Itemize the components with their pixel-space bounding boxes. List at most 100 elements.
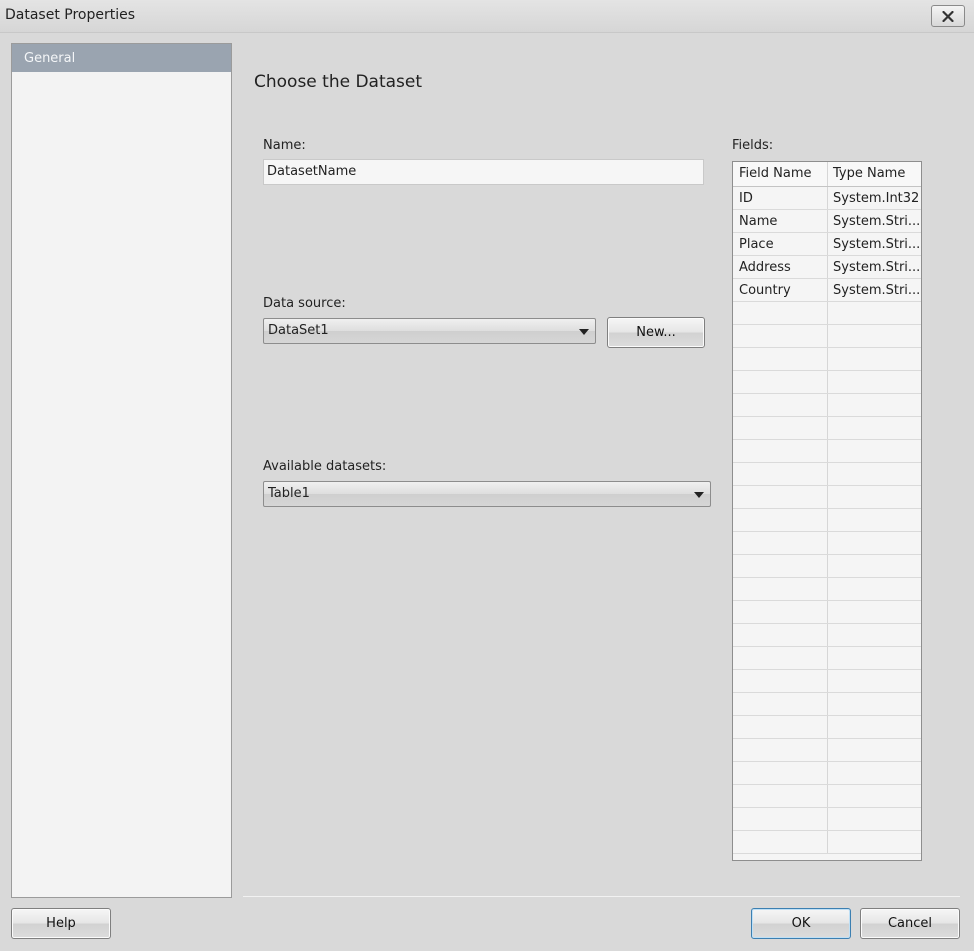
table-row[interactable]: ID System.Int32 (733, 187, 921, 210)
fields-grid[interactable]: Field Name Type Name ID System.Int32 Nam… (732, 161, 922, 861)
column-header-field-name[interactable]: Field Name (733, 162, 827, 186)
empty-cell (733, 831, 827, 853)
field-name-cell[interactable]: Country (733, 279, 827, 301)
empty-cell (827, 601, 921, 623)
empty-cell (733, 325, 827, 347)
data-source-label: Data source: (263, 296, 346, 311)
title-bar: Dataset Properties (0, 0, 974, 33)
empty-cell (827, 509, 921, 531)
field-name-cell[interactable]: ID (733, 187, 827, 209)
empty-cell (733, 509, 827, 531)
empty-cell (827, 670, 921, 692)
fields-label: Fields: (732, 138, 774, 153)
available-datasets-label: Available datasets: (263, 459, 387, 474)
close-icon (942, 10, 954, 22)
empty-cell (733, 555, 827, 577)
empty-table-row (733, 302, 921, 325)
empty-cell (827, 371, 921, 393)
table-row[interactable]: Country System.Stri... (733, 279, 921, 302)
empty-table-row (733, 532, 921, 555)
data-source-dropdown[interactable]: DataSet1 (263, 318, 596, 344)
empty-table-row (733, 509, 921, 532)
sidebar: General (11, 43, 232, 898)
empty-table-row (733, 463, 921, 486)
empty-cell (827, 440, 921, 462)
name-label: Name: (263, 138, 306, 153)
empty-table-row (733, 486, 921, 509)
empty-cell (827, 716, 921, 738)
empty-table-row (733, 831, 921, 854)
available-datasets-selected: Table1 (268, 486, 310, 501)
empty-cell (733, 739, 827, 761)
empty-table-row (733, 578, 921, 601)
type-name-cell[interactable]: System.Stri... (827, 210, 921, 232)
table-row[interactable]: Name System.Stri... (733, 210, 921, 233)
sidebar-item-general[interactable]: General (12, 44, 231, 72)
empty-cell (733, 394, 827, 416)
window-title: Dataset Properties (5, 7, 136, 23)
empty-cell (733, 302, 827, 324)
ok-button[interactable]: OK (751, 908, 851, 939)
empty-cell (827, 486, 921, 508)
table-row[interactable]: Place System.Stri... (733, 233, 921, 256)
empty-cell (733, 693, 827, 715)
new-data-source-button[interactable]: New... (607, 317, 705, 348)
empty-table-row (733, 601, 921, 624)
available-datasets-dropdown[interactable]: Table1 (263, 481, 711, 507)
empty-cell (733, 417, 827, 439)
empty-cell (733, 762, 827, 784)
close-button[interactable] (931, 5, 965, 27)
empty-cell (827, 302, 921, 324)
empty-table-row (733, 647, 921, 670)
empty-table-row (733, 371, 921, 394)
field-name-cell[interactable]: Name (733, 210, 827, 232)
empty-table-row (733, 693, 921, 716)
table-row[interactable]: Address System.Stri... (733, 256, 921, 279)
empty-cell (827, 808, 921, 830)
cancel-button[interactable]: Cancel (860, 908, 960, 939)
help-button[interactable]: Help (11, 908, 111, 939)
field-name-cell[interactable]: Address (733, 256, 827, 278)
empty-cell (827, 394, 921, 416)
empty-cell (733, 532, 827, 554)
empty-cell (733, 371, 827, 393)
empty-cell (733, 785, 827, 807)
empty-table-row (733, 716, 921, 739)
chevron-down-icon (579, 329, 589, 335)
type-name-cell[interactable]: System.Stri... (827, 279, 921, 301)
empty-cell (827, 325, 921, 347)
empty-cell (827, 532, 921, 554)
empty-cell (827, 739, 921, 761)
empty-cell (827, 463, 921, 485)
type-name-cell[interactable]: System.Stri... (827, 256, 921, 278)
empty-table-row (733, 762, 921, 785)
empty-cell (827, 578, 921, 600)
empty-cell (733, 578, 827, 600)
type-name-cell[interactable]: System.Int32 (827, 187, 921, 209)
empty-table-row (733, 785, 921, 808)
empty-cell (733, 624, 827, 646)
fields-grid-header: Field Name Type Name (733, 162, 921, 187)
empty-cell (827, 417, 921, 439)
empty-table-row (733, 325, 921, 348)
field-name-cell[interactable]: Place (733, 233, 827, 255)
empty-table-row (733, 808, 921, 831)
empty-cell (827, 762, 921, 784)
name-field[interactable]: DatasetName (263, 159, 704, 185)
footer-divider (243, 896, 960, 897)
empty-cell (827, 831, 921, 853)
empty-cell (827, 555, 921, 577)
type-name-cell[interactable]: System.Stri... (827, 233, 921, 255)
empty-cell (733, 601, 827, 623)
empty-table-row (733, 624, 921, 647)
empty-cell (733, 463, 827, 485)
empty-table-row (733, 555, 921, 578)
empty-table-row (733, 739, 921, 762)
empty-cell (733, 808, 827, 830)
empty-table-row (733, 348, 921, 371)
empty-cell (733, 486, 827, 508)
empty-cell (733, 647, 827, 669)
empty-cell (827, 785, 921, 807)
column-header-type-name[interactable]: Type Name (827, 162, 921, 186)
data-source-selected: DataSet1 (268, 323, 329, 338)
